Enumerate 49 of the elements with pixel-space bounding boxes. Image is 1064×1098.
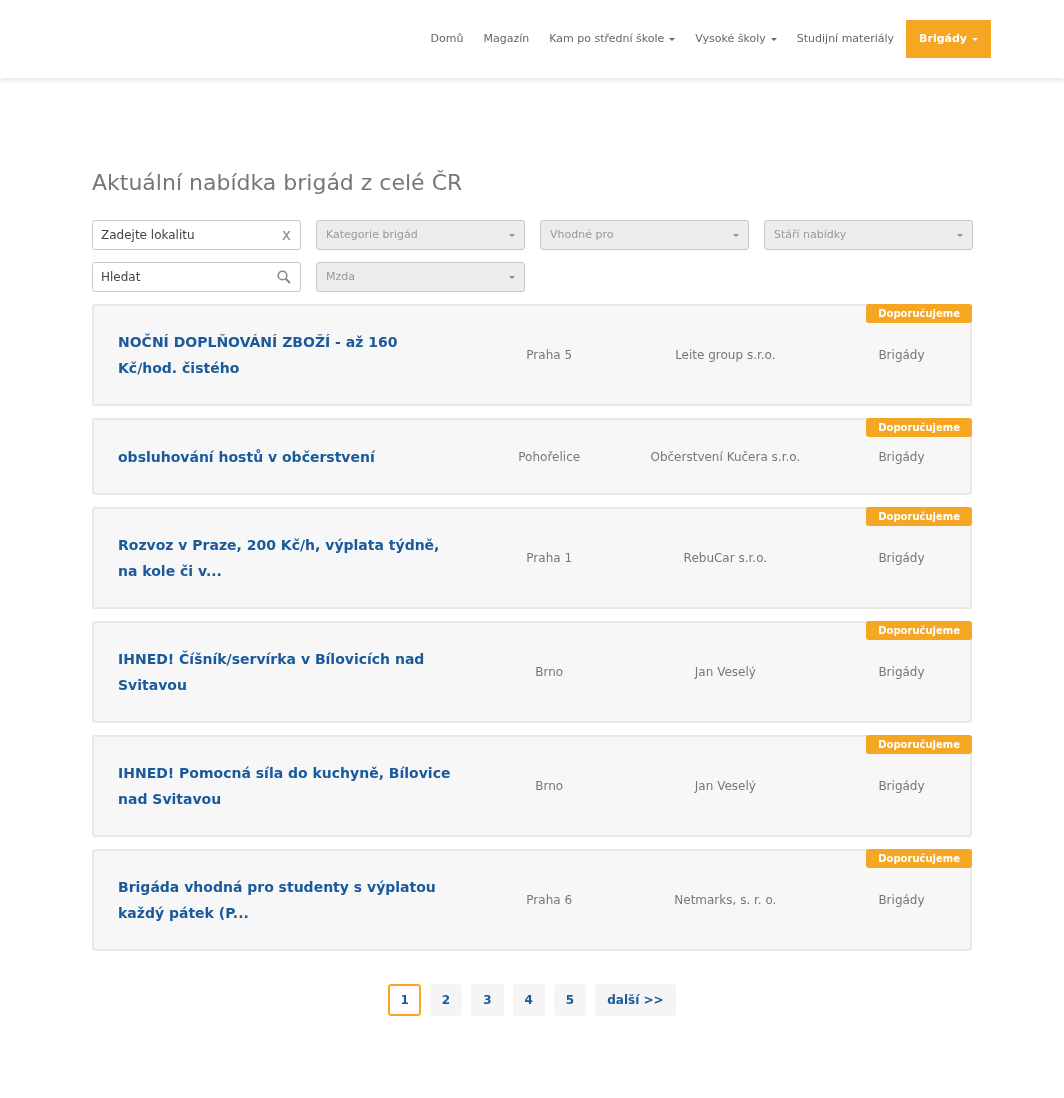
job-title-link[interactable]: IHNED! Pomocná síla do kuchyně, Bílovice nad Svitavou <box>118 760 451 813</box>
recommended-badge: Doporučujeme <box>866 849 972 869</box>
category-text: Brigády <box>877 664 926 682</box>
category-text: Brigády <box>877 550 926 568</box>
clear-button[interactable]: x <box>282 227 291 243</box>
nav-link[interactable]: Magazín <box>473 20 540 58</box>
page-heading: Aktuální nabídka brigád z celé ČR <box>92 170 464 197</box>
location-text: Brno <box>534 664 565 682</box>
caret-icon <box>733 233 739 237</box>
job-title-link[interactable]: Brigáda vhodná pro studenty s výplatou každý pátek (P... <box>118 874 451 927</box>
category-text: Brigády <box>877 892 926 910</box>
company-text: Jan Veselý <box>693 664 757 682</box>
page-link[interactable]: 2 <box>429 984 463 1017</box>
job-title-link[interactable]: obsluhování hostů v občerstvení <box>118 443 451 470</box>
page-link[interactable]: další >> <box>595 984 676 1017</box>
company-text: Jan Veselý <box>693 778 757 796</box>
page-link[interactable]: 1 <box>388 984 421 1017</box>
page-link[interactable]: 5 <box>553 984 587 1017</box>
location-text: Brno <box>534 778 565 796</box>
nav-link[interactable]: Domů <box>420 20 474 58</box>
category-text: Brigády <box>877 448 926 466</box>
location-text: Praha 1 <box>525 550 574 568</box>
caret-icon <box>509 275 515 279</box>
search-field[interactable]: Hledat <box>92 262 301 293</box>
recommended-badge: Doporučujeme <box>866 304 972 324</box>
job-title-link[interactable]: Rozvoz v Praze, 200 Kč/h, výplata týdně, na kole či v... <box>118 532 451 585</box>
nav-link[interactable]: Studijní materiály <box>786 20 905 58</box>
page-link[interactable]: 3 <box>471 984 504 1017</box>
location-text: Pohořelice <box>517 448 582 466</box>
nav-link[interactable]: Kam po střední škole <box>539 20 686 58</box>
recommended-badge: Doporučujeme <box>866 735 972 755</box>
location-text: Praha 6 <box>525 892 574 910</box>
location-text: Praha 5 <box>525 347 574 365</box>
company-text: Netmarks, s. r. o. <box>673 892 778 910</box>
company-text: Leite group s.r.o. <box>674 347 777 365</box>
recommended-badge: Doporučujeme <box>866 621 972 641</box>
company-text: Občerstvení Kučera s.r.o. <box>649 448 802 466</box>
job-title-link[interactable]: IHNED! Číšník/servírka v Bílovicích nad Svitavou <box>118 646 451 699</box>
recommended-badge: Doporučujeme <box>866 418 972 438</box>
recommended-badge: Doporučujeme <box>866 507 972 527</box>
caret-icon <box>509 233 515 237</box>
job-title-link[interactable]: NOČNÍ DOPLŇOVÁNÍ ZBOŽÍ - až 160 Kč/hod. čistého <box>118 329 451 382</box>
category-text: Brigády <box>877 347 926 365</box>
nav-link[interactable]: Vysoké školy <box>685 20 787 58</box>
category-text: Brigády <box>877 778 926 796</box>
page-link[interactable]: 4 <box>512 984 545 1017</box>
company-text: RebuCar s.r.o. <box>682 550 769 568</box>
search-icon[interactable] <box>277 270 291 285</box>
caret-icon <box>957 233 963 237</box>
